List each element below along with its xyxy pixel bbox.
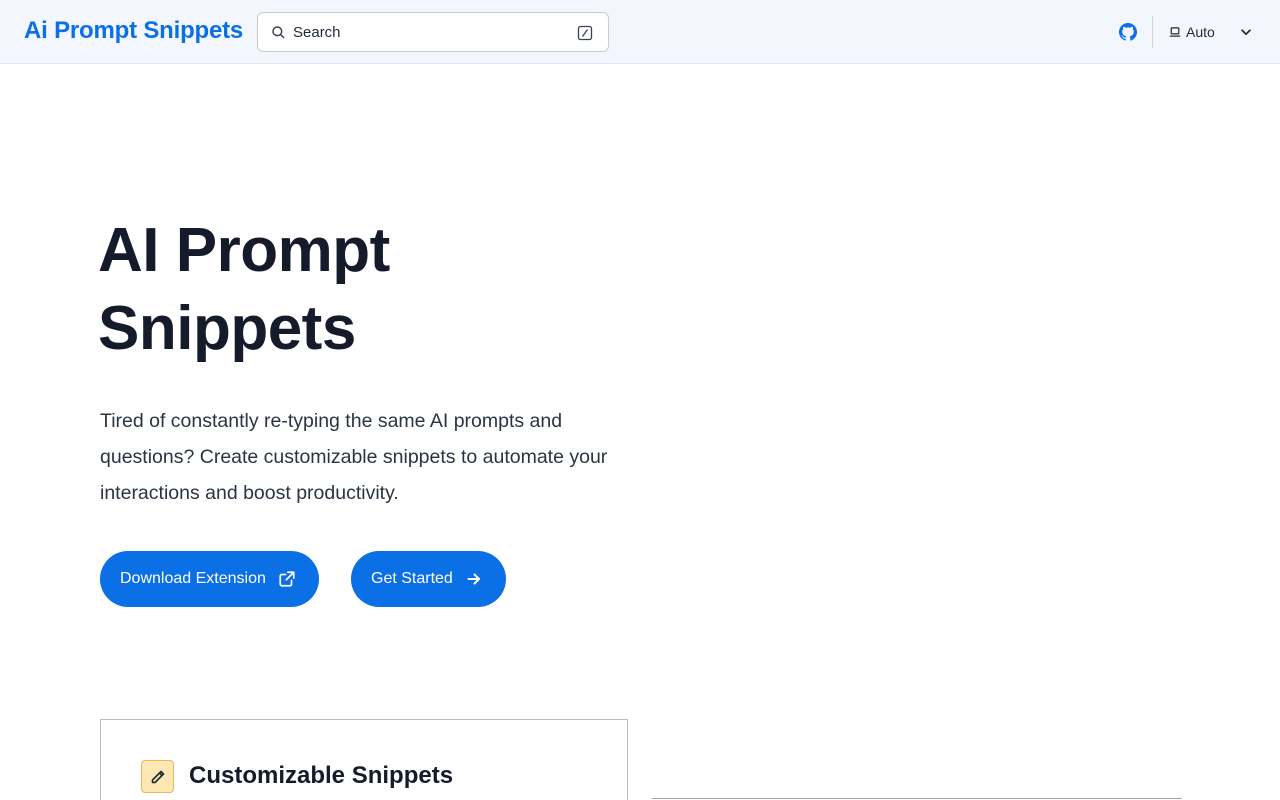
download-extension-button[interactable]: Download Extension [100,551,319,607]
github-icon[interactable] [1119,23,1137,41]
theme-switcher[interactable]: Auto [1169,23,1215,41]
laptop-icon [1169,27,1181,37]
get-started-label: Get Started [371,570,453,587]
search-input[interactable]: Search [257,12,609,52]
pencil-icon [151,770,165,784]
feature-card-title: Customizable Snippets [189,762,454,789]
slash-key-icon [577,25,593,41]
section-divider [652,798,1182,799]
external-link-icon [279,571,295,587]
navbar-divider [1152,16,1153,48]
download-extension-label: Download Extension [120,570,266,587]
hero-title-line2: Snippets [98,294,356,363]
top-navbar: Ai Prompt Snippets Search Auto [0,0,1280,64]
search-placeholder: Search [293,24,341,41]
hero-title-line1: AI Prompt [98,216,390,285]
hero-title: AI Prompt Snippets [98,212,658,368]
get-started-button[interactable]: Get Started [351,551,506,607]
feature-card-customizable-snippets: Customizable Snippets [100,719,628,800]
hero-description: Tired of constantly re-typing the same A… [100,410,608,504]
search-icon [272,26,285,39]
site-logo-title[interactable]: Ai Prompt Snippets [24,17,243,45]
chevron-down-icon[interactable] [1239,25,1253,39]
arrow-right-icon [467,573,480,585]
feature-icon-box [141,760,174,793]
theme-label: Auto [1186,24,1215,40]
